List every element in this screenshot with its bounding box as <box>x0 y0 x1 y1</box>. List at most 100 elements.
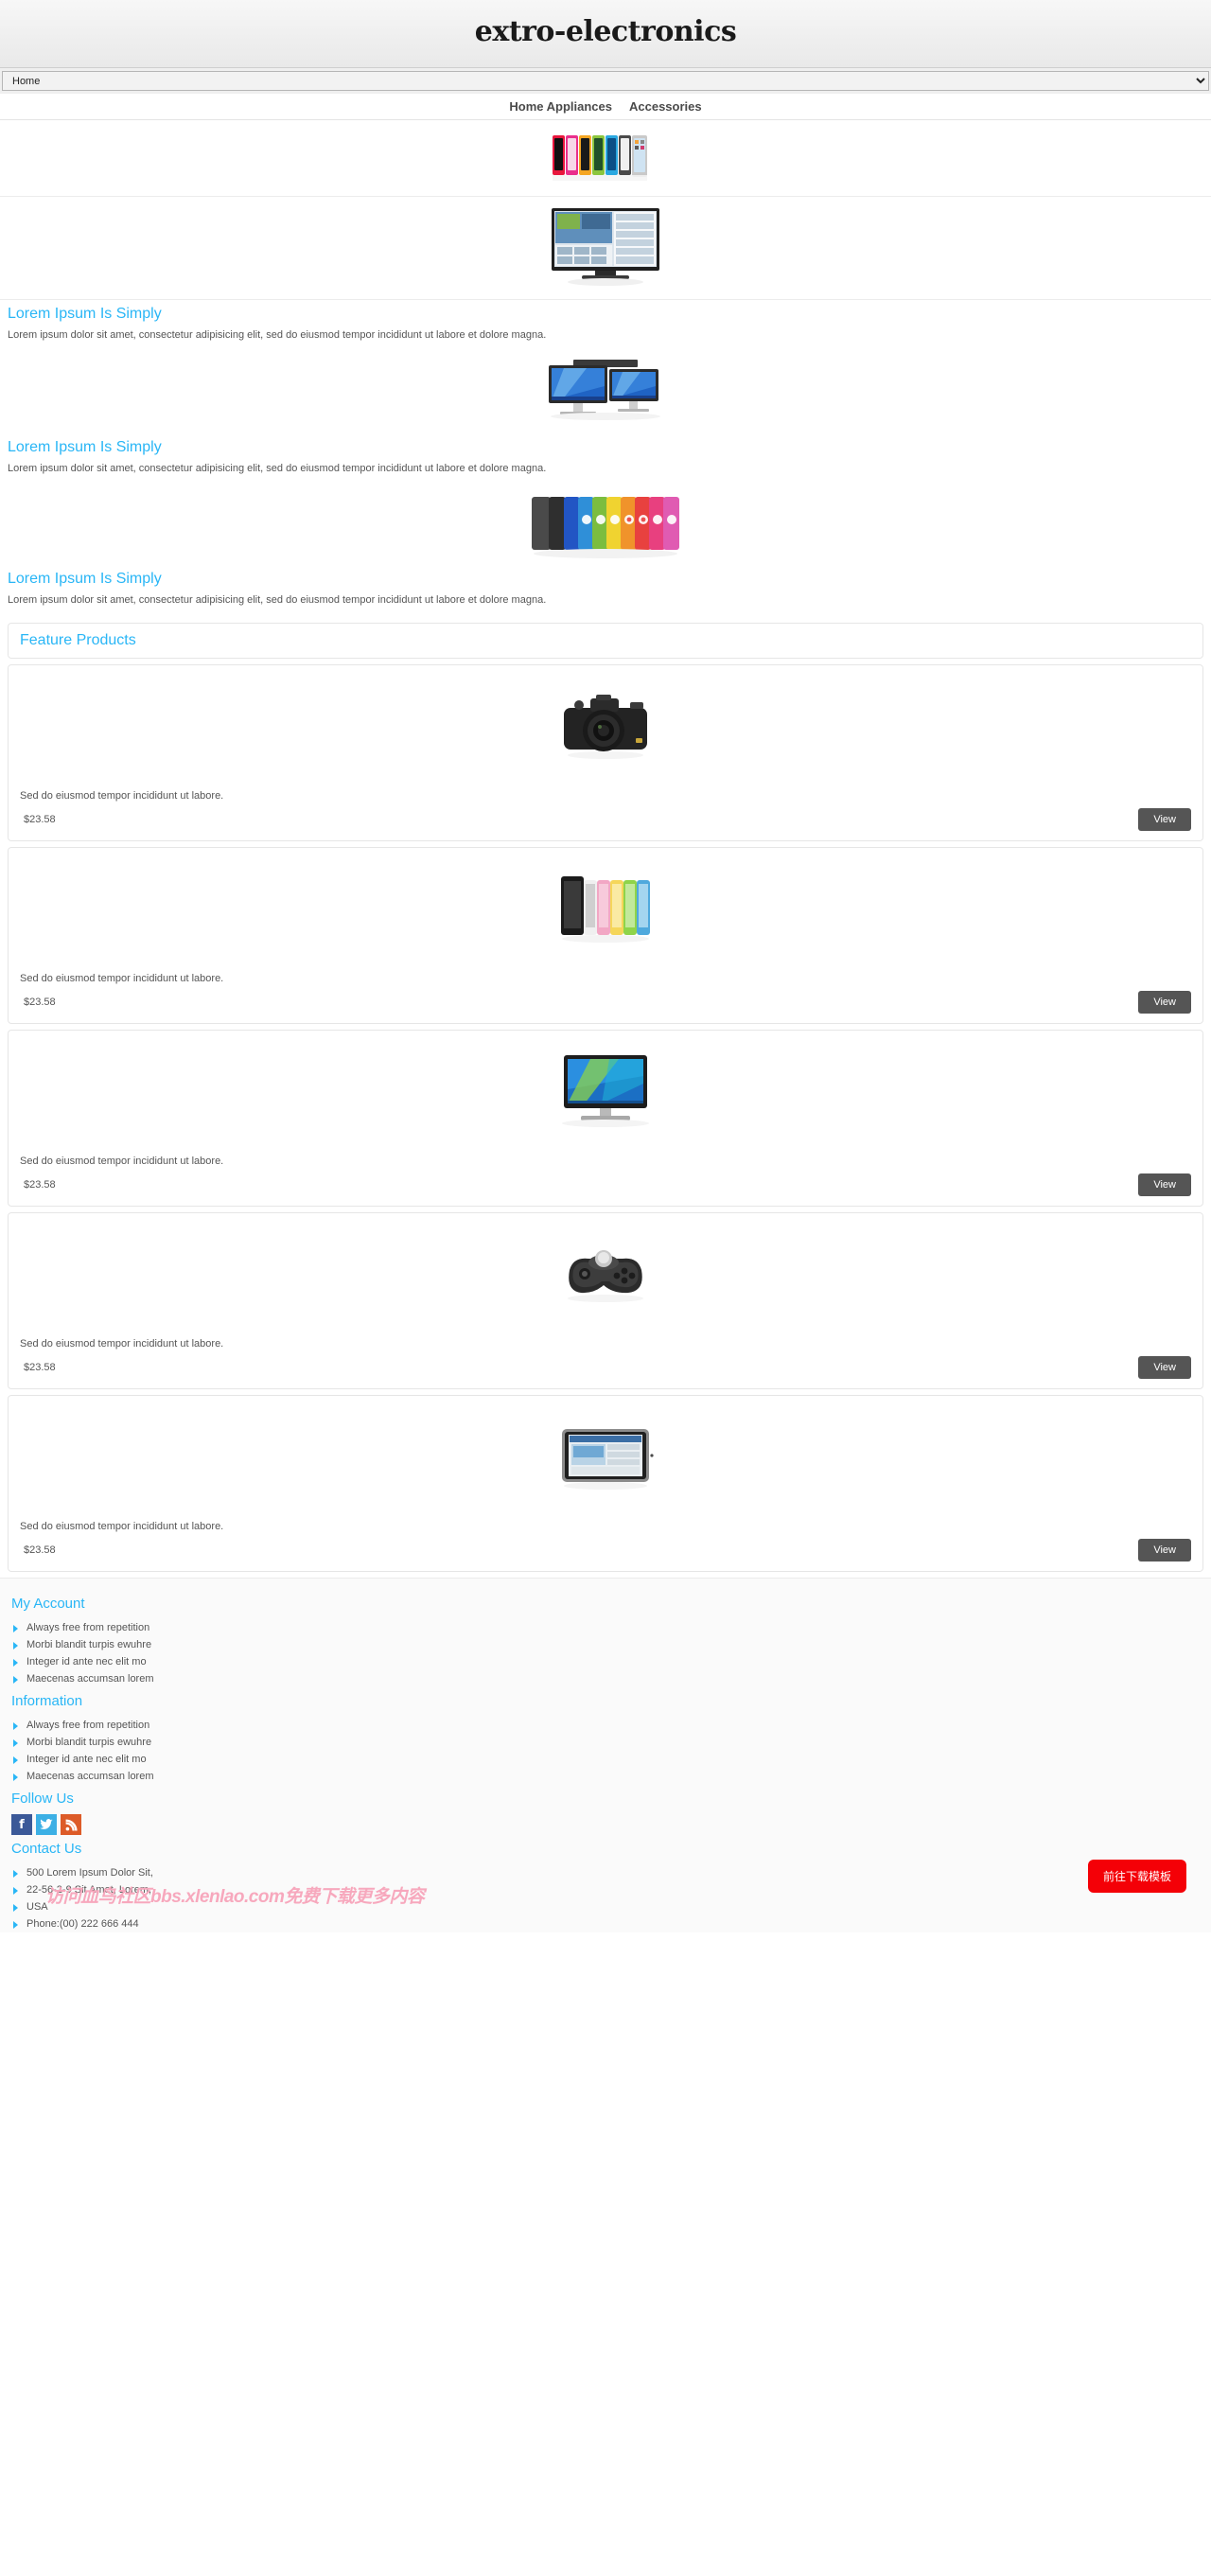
promo-desc-3: Lorem ipsum dolor sit amet, consectetur … <box>8 594 547 606</box>
promo-title-2: Lorem Ipsum Is Simply <box>8 439 162 455</box>
arrow-right-icon <box>13 1773 18 1781</box>
list-item[interactable]: Morbi blandit turpis ewuhre <box>11 1734 1200 1751</box>
list-item: 500 Lorem Ipsum Dolor Sit, <box>11 1864 1200 1881</box>
footer-section-my-account: My Account Always free from repetition M… <box>0 1596 1211 1687</box>
link-label: Maecenas accumsan lorem <box>26 1673 154 1685</box>
category-select-bar: HomeHome AppliancesAccessories <box>0 68 1211 94</box>
arrow-right-icon <box>13 1870 18 1878</box>
arrow-right-icon <box>13 1739 18 1747</box>
list-item: Phone:(00) 222 666 444 <box>11 1915 1200 1932</box>
view-button[interactable]: View <box>1138 1539 1191 1561</box>
promo-title-1: Lorem Ipsum Is Simply <box>8 306 162 322</box>
game-controller-image <box>556 1240 655 1308</box>
product-card[interactable]: Sed do eiusmod tempor incididunt ut labo… <box>8 847 1203 1024</box>
footer-section-information: Information Always free from repetition … <box>0 1693 1211 1785</box>
product-description: Sed do eiusmod tempor incididunt ut labo… <box>20 1338 224 1350</box>
link-label: Integer id ante nec elit mo <box>26 1656 147 1667</box>
information-link-list: Always free from repetition Morbi blandi… <box>11 1717 1200 1785</box>
contact-line: Phone:(00) 222 666 444 <box>26 1918 139 1930</box>
product-description: Sed do eiusmod tempor incididunt ut labo… <box>20 1521 224 1532</box>
product-image-wrap <box>20 1223 1191 1325</box>
list-item[interactable]: Integer id ante nec elit mo <box>11 1751 1200 1768</box>
view-button[interactable]: View <box>1138 1173 1191 1196</box>
product-image-wrap <box>20 675 1191 777</box>
footer-section-contact-us: Contact Us 500 Lorem Ipsum Dolor Sit, 22… <box>0 1841 1211 1932</box>
arrow-right-icon <box>13 1642 18 1650</box>
product-footer: $23.58 View <box>20 1539 1191 1561</box>
product-price: $23.58 <box>24 1179 56 1191</box>
product-card[interactable]: Sed do eiusmod tempor incididunt ut labo… <box>8 1395 1203 1572</box>
arrow-right-icon <box>13 1887 18 1895</box>
promo-title-3: Lorem Ipsum Is Simply <box>8 571 162 587</box>
promo-desc-2: Lorem ipsum dolor sit amet, consectetur … <box>8 463 547 474</box>
arrow-right-icon <box>13 1921 18 1929</box>
product-description: Sed do eiusmod tempor incididunt ut labo… <box>20 973 224 984</box>
footer-title-information: Information <box>11 1693 83 1709</box>
product-footer: $23.58 View <box>20 808 1191 831</box>
ipod-color-fan-image <box>530 491 681 561</box>
twitter-icon[interactable] <box>36 1814 57 1835</box>
arrow-right-icon <box>13 1625 18 1632</box>
product-price: $23.58 <box>24 1362 56 1373</box>
contact-line: 500 Lorem Ipsum Dolor Sit, <box>26 1867 153 1879</box>
link-label: Always free from repetition <box>26 1720 150 1731</box>
facebook-icon[interactable]: f <box>11 1814 32 1835</box>
product-card[interactable]: Sed do eiusmod tempor incididunt ut labo… <box>8 1212 1203 1389</box>
banner-smart-tv[interactable] <box>0 197 1211 300</box>
list-item[interactable]: Always free from repetition <box>11 1619 1200 1636</box>
contact-line: USA <box>26 1901 48 1913</box>
product-card[interactable]: Sed do eiusmod tempor incididunt ut labo… <box>8 1030 1203 1207</box>
arrow-right-icon <box>13 1659 18 1667</box>
nav-item-accessories[interactable]: Accessories <box>629 94 702 120</box>
list-item: USA <box>11 1898 1200 1915</box>
promo-desc-1: Lorem ipsum dolor sit amet, consectetur … <box>8 329 547 341</box>
arrow-right-icon <box>13 1676 18 1684</box>
smart-tv-image <box>550 204 661 290</box>
arrow-right-icon <box>13 1756 18 1764</box>
category-select[interactable]: HomeHome AppliancesAccessories <box>2 71 1209 91</box>
view-button[interactable]: View <box>1138 1356 1191 1379</box>
imac-desktop-pair-image <box>545 358 666 430</box>
product-footer: $23.58 View <box>20 1356 1191 1379</box>
list-item[interactable]: Maecenas accumsan lorem <box>11 1670 1200 1687</box>
rss-icon[interactable] <box>61 1814 81 1835</box>
list-item[interactable]: Integer id ante nec elit mo <box>11 1653 1200 1670</box>
list-item[interactable]: Always free from repetition <box>11 1717 1200 1734</box>
site-footer: My Account Always free from repetition M… <box>0 1578 1211 1932</box>
ipod-nano-lineup-image <box>549 128 662 186</box>
promo-image-wrap-1 <box>0 352 1211 433</box>
site-logo: extro-electronics <box>474 15 737 48</box>
list-item[interactable]: Morbi blandit turpis ewuhre <box>11 1636 1200 1653</box>
product-image-wrap <box>20 857 1191 960</box>
dslr-camera-image <box>556 687 655 765</box>
monitor-display-image <box>553 1051 658 1131</box>
product-footer: $23.58 View <box>20 1173 1191 1196</box>
view-button[interactable]: View <box>1138 991 1191 1014</box>
link-label: Morbi blandit turpis ewuhre <box>26 1737 152 1748</box>
banner-ipod-nano-lineup[interactable] <box>0 120 1211 197</box>
nav-item-home-appliances[interactable]: Home Appliances <box>509 94 612 120</box>
promo-block-1: Lorem Ipsum Is Simply Lorem ipsum dolor … <box>0 306 1211 433</box>
promo-block-3: Lorem Ipsum Is Simply Lorem ipsum dolor … <box>0 571 1211 617</box>
list-item[interactable]: Maecenas accumsan lorem <box>11 1768 1200 1785</box>
contact-line: 22-56-2-9 Sit Amet, Lorem, <box>26 1884 152 1896</box>
product-footer: $23.58 View <box>20 991 1191 1014</box>
view-button[interactable]: View <box>1138 808 1191 831</box>
footer-section-follow-us: Follow Us f <box>0 1791 1211 1835</box>
feature-products-header: Feature Products <box>8 623 1203 659</box>
footer-title-my-account: My Account <box>11 1596 85 1612</box>
social-links-row: f <box>11 1814 1200 1835</box>
list-item: 22-56-2-9 Sit Amet, Lorem, <box>11 1881 1200 1898</box>
my-account-link-list: Always free from repetition Morbi blandi… <box>11 1619 1200 1687</box>
product-description: Sed do eiusmod tempor incididunt ut labo… <box>20 1156 224 1167</box>
download-template-button[interactable]: 前往下载模板 <box>1087 1860 1186 1893</box>
site-header: extro-electronics <box>0 0 1211 68</box>
footer-title-contact-us: Contact Us <box>11 1841 82 1857</box>
product-card[interactable]: Sed do eiusmod tempor incididunt ut labo… <box>8 664 1203 841</box>
promo-block-2: Lorem Ipsum Is Simply Lorem ipsum dolor … <box>0 439 1211 565</box>
link-label: Maecenas accumsan lorem <box>26 1771 154 1782</box>
tablet-device-image <box>556 1421 655 1491</box>
contact-info-list: 500 Lorem Ipsum Dolor Sit, 22-56-2-9 Sit… <box>11 1864 1200 1932</box>
promo-image-wrap-2 <box>0 485 1211 565</box>
product-description: Sed do eiusmod tempor incididunt ut labo… <box>20 790 224 802</box>
